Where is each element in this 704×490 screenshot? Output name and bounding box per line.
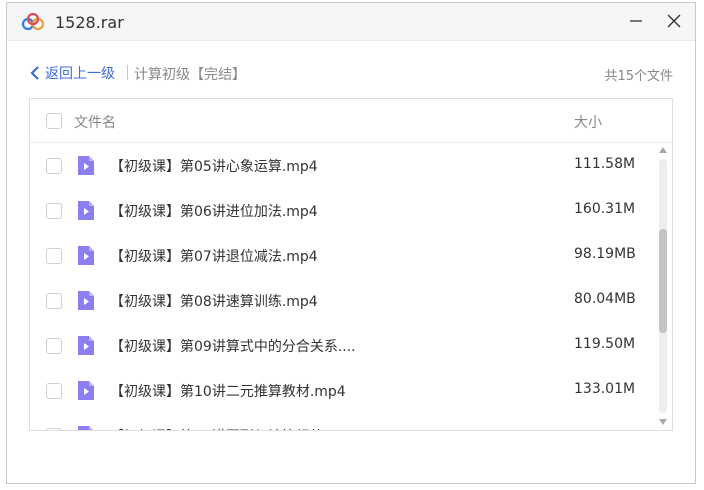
list-header: 文件名 大小 <box>30 99 672 143</box>
row-checkbox[interactable] <box>46 158 62 174</box>
row-checkbox[interactable] <box>46 203 62 219</box>
video-file-icon <box>78 201 94 220</box>
file-size: 160.31M <box>574 201 636 217</box>
file-name: 【初级课】第05讲心象运算.mp4 <box>110 159 318 175</box>
window-title: 1528.rar <box>55 13 124 32</box>
chevron-left-icon <box>30 66 39 80</box>
cloud-logo-icon <box>21 13 45 31</box>
file-row[interactable]: 【初级课】第10讲二元推算教材.mp4 133.01M <box>30 368 654 413</box>
file-size: 119.50M <box>574 336 636 352</box>
video-file-icon <box>78 426 93 430</box>
row-checkbox[interactable] <box>46 428 62 430</box>
column-header-size[interactable]: 大小 <box>574 112 602 132</box>
file-name: 【初级课】第09讲算式中的分合关系.... <box>110 339 356 355</box>
file-rows: 【初级课】第05讲心象运算.mp4 111.58M 【初级课】第06讲进位加法.mp… <box>30 143 654 430</box>
title-bar[interactable]: 1528.rar <box>7 3 695 41</box>
back-button[interactable]: 返回上一级 <box>29 63 115 83</box>
scroll-down-arrow-icon[interactable] <box>659 419 667 425</box>
file-name: 【初级课】第08讲速算训练.mp4 <box>110 294 318 310</box>
video-file-icon <box>78 336 94 355</box>
minimize-icon <box>630 20 642 22</box>
scroll-up-arrow-icon[interactable] <box>659 147 667 153</box>
file-name: 【初级课】第10讲二元推算教材.mp4 <box>110 384 346 400</box>
row-checkbox[interactable] <box>46 293 62 309</box>
row-checkbox[interactable] <box>46 383 62 399</box>
file-size: 98.19MB <box>574 246 636 262</box>
video-file-icon <box>78 291 94 310</box>
file-size: 80.04MB <box>574 291 636 307</box>
close-icon <box>667 14 681 28</box>
file-count: 共15个文件 <box>604 69 673 84</box>
scrollbar[interactable] <box>656 145 670 429</box>
file-row[interactable]: 【初级课】第08讲速算训练.mp4 80.04MB <box>30 278 654 323</box>
close-button[interactable] <box>659 7 689 35</box>
row-checkbox[interactable] <box>46 248 62 264</box>
video-file-icon <box>78 381 94 400</box>
file-size: 133.01M <box>574 381 636 397</box>
file-row[interactable]: 【初级课】第06讲进位加法.mp4 160.31M <box>30 188 654 233</box>
select-all-checkbox[interactable] <box>46 113 62 129</box>
row-checkbox[interactable] <box>46 338 62 354</box>
breadcrumb-divider <box>127 65 128 80</box>
file-row[interactable]: 【初级课】第11讲图形与计算规律.... <box>30 413 654 430</box>
file-list: 文件名 大小 【初级课】第05讲心象运算.mp4 111.58M 【初级课】第06讲… <box>29 98 673 431</box>
current-folder: 计算初级【完结】 <box>134 67 246 83</box>
back-label: 返回上一级 <box>45 66 115 82</box>
column-header-name[interactable]: 文件名 <box>74 112 116 132</box>
file-row[interactable]: 【初级课】第07讲退位减法.mp4 98.19MB <box>30 233 654 278</box>
breadcrumb: 返回上一级 计算初级【完结】 共15个文件 <box>7 61 695 85</box>
video-file-icon <box>78 246 94 265</box>
archive-window: 1528.rar 返回上一级 计算初级【完结】 共15个文件 文件名 大小 【初… <box>6 2 696 484</box>
file-name: 【初级课】第06讲进位加法.mp4 <box>110 204 318 220</box>
video-file-icon <box>78 156 94 175</box>
file-row[interactable]: 【初级课】第05讲心象运算.mp4 111.58M <box>30 143 654 188</box>
scroll-thumb[interactable] <box>659 229 667 333</box>
minimize-button[interactable] <box>621 7 651 35</box>
file-size: 111.58M <box>574 156 636 172</box>
file-name: 【初级课】第11讲图形与计算规律.... <box>110 426 342 430</box>
file-row[interactable]: 【初级课】第09讲算式中的分合关系.... 119.50M <box>30 323 654 368</box>
file-name: 【初级课】第07讲退位减法.mp4 <box>110 249 318 265</box>
